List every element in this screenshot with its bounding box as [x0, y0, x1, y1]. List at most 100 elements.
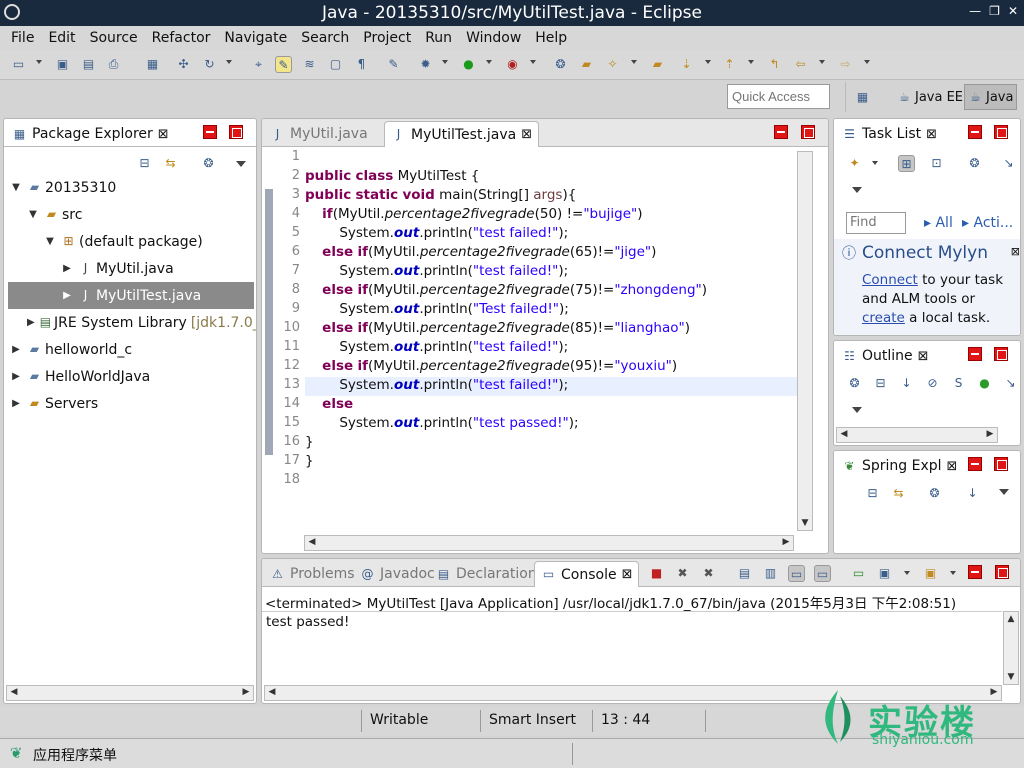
show-whitespace-icon[interactable]: ¶ [353, 56, 370, 73]
maximize-view-icon[interactable] [994, 347, 1008, 361]
tree-item[interactable]: ▶ ▤JRE System Library[jdk1.7.0_67] [8, 309, 256, 336]
debug-icon[interactable]: ✹ [417, 56, 434, 73]
focus-on-task-icon[interactable]: ❂ [200, 155, 217, 172]
forward-dropdown-icon[interactable] [864, 60, 870, 64]
view-menu-icon[interactable] [236, 161, 246, 167]
tree-item[interactable]: ▼ ⊞ (default package) [8, 228, 254, 255]
display-console-dropdown-icon[interactable] [904, 571, 910, 575]
close-icon[interactable]: ⊠ [521, 127, 532, 142]
collapsed-twisty-icon[interactable]: ▶ [10, 371, 22, 382]
save-icon[interactable]: ▣ [54, 56, 71, 73]
minimize-view-icon[interactable] [968, 125, 982, 139]
collapse-all-icon[interactable]: ⊟ [864, 485, 881, 502]
last-edit-icon[interactable]: ↰ [766, 56, 783, 73]
tree-item[interactable]: ▶ ▰ HelloWorldJava [8, 363, 254, 390]
mylyn-close-icon[interactable]: ⊠ [1011, 245, 1020, 258]
remove-all-icon[interactable]: ✖ [700, 565, 717, 582]
hide-static-icon[interactable]: S [950, 375, 967, 392]
toggle-breadcrumb-icon[interactable]: ≋ [301, 56, 318, 73]
open-perspective-icon[interactable]: ▦ [854, 89, 871, 106]
tree-item[interactable]: ▶ J MyUtilTest.java [8, 282, 254, 309]
collapsed-twisty-icon[interactable]: ▶ [61, 290, 73, 301]
quick-access-input[interactable] [727, 84, 830, 109]
close-icon[interactable]: ⊠ [926, 127, 937, 142]
open-console-dropdown-icon[interactable] [950, 571, 956, 575]
scroll-down-icon[interactable]: ▼ [798, 518, 812, 528]
run-icon[interactable]: ● [460, 56, 477, 73]
tab-declaration[interactable]: ▤ Declaration [430, 561, 543, 587]
maximize-view-icon[interactable] [801, 125, 815, 139]
connect-link[interactable]: Connect [862, 272, 918, 288]
debug-dropdown-icon[interactable] [442, 60, 448, 64]
view-menu-icon[interactable] [999, 489, 1009, 495]
tab-spring-explorer[interactable]: ❦ Spring Expl ⊠ [836, 453, 963, 479]
open-type-icon[interactable]: ⌖ [250, 56, 267, 73]
close-icon[interactable]: ⊠ [158, 127, 169, 142]
sort-icon[interactable]: ↓ [964, 485, 981, 502]
minimize-window-icon[interactable]: — [969, 4, 981, 18]
next-annotation-icon[interactable]: ⇣ [678, 56, 695, 73]
scroll-right-icon[interactable]: ▶ [987, 687, 1001, 697]
link-with-editor-icon[interactable]: ⇆ [162, 155, 179, 172]
minimize-view-icon[interactable] [968, 565, 982, 579]
expanded-twisty-icon[interactable]: ▼ [27, 209, 39, 220]
scroll-down-icon[interactable]: ▼ [1004, 672, 1018, 682]
refresh-icon[interactable]: ↻ [201, 56, 218, 73]
focus-icon[interactable]: ❂ [926, 485, 943, 502]
close-window-icon[interactable]: ✕ [1008, 4, 1018, 18]
menu-window[interactable]: Window [459, 30, 528, 46]
restore-window-icon[interactable]: ❐ [989, 4, 1000, 18]
perspective-java[interactable]: ☕ Java [964, 84, 1018, 110]
tree-item[interactable]: ▼ ▰ src [8, 201, 254, 228]
scroll-up-icon[interactable]: ▲ [1004, 614, 1018, 624]
expanded-twisty-icon[interactable]: ▼ [10, 182, 22, 193]
tree-item[interactable]: ▶ ▰ helloworld_c [8, 336, 254, 363]
menu-project[interactable]: Project [356, 30, 418, 46]
close-icon[interactable]: ⊠ [622, 567, 633, 582]
scroll-right-icon[interactable]: ▶ [779, 537, 793, 547]
tab-package-explorer[interactable]: ▦ Package Explorer ⊠ [6, 121, 175, 147]
collapsed-twisty-icon[interactable]: ▶ [27, 317, 35, 328]
app-menu-icon[interactable]: ❦ [10, 744, 23, 762]
next-annotation-dropdown-icon[interactable] [705, 60, 711, 64]
menu-run[interactable]: Run [418, 30, 459, 46]
collapsed-twisty-icon[interactable]: ▶ [61, 263, 73, 274]
clear-console-icon[interactable]: ▤ [736, 565, 753, 582]
scroll-lock-icon[interactable]: ▥ [762, 565, 779, 582]
run-dropdown-icon[interactable] [486, 60, 492, 64]
remove-launch-icon[interactable]: ✖ [674, 565, 691, 582]
hide-local-types-icon[interactable]: ↘ [1002, 375, 1019, 392]
tree-item[interactable]: ▼ ▰ 20135310 [8, 174, 254, 201]
tab-task-list[interactable]: ☰ Task List ⊠ [836, 121, 943, 147]
scroll-left-icon[interactable]: ◀ [7, 687, 21, 697]
app-menu-label[interactable]: 应用程序菜单 [33, 745, 117, 765]
scroll-left-icon[interactable]: ◀ [265, 687, 279, 697]
open-folder-icon[interactable]: ▰ [578, 56, 595, 73]
filter-all-link[interactable]: ▸ All [924, 215, 953, 231]
maximize-view-icon[interactable] [994, 125, 1008, 139]
menu-navigate[interactable]: Navigate [217, 30, 294, 46]
new-icon[interactable]: ▭ [10, 56, 27, 73]
print-icon[interactable]: ⎙ [105, 56, 122, 73]
filter-activate-link[interactable]: ▸ Acti... [962, 215, 1013, 231]
tree-item[interactable]: ▶ ▰ Servers [8, 390, 254, 417]
terminate-icon[interactable]: ■ [648, 565, 665, 582]
hide-nonpublic-icon[interactable]: ● [976, 375, 993, 392]
binary-icon[interactable]: ▦ [144, 56, 161, 73]
menu-edit[interactable]: Edit [41, 30, 82, 46]
tab-myutiltest-java[interactable]: J MyUtilTest.java ⊠ [384, 121, 540, 147]
menu-refactor[interactable]: Refactor [145, 30, 218, 46]
editor-hscroll[interactable]: ◀ ▶ [304, 535, 794, 551]
pin-console-icon[interactable]: ▭ [850, 565, 867, 582]
new-dropdown-icon[interactable] [36, 60, 42, 64]
previous-annotation-dropdown-icon[interactable] [748, 60, 754, 64]
back-icon[interactable]: ⇦ [792, 56, 809, 73]
pin-icon[interactable]: ✎ [385, 56, 402, 73]
save-all-icon[interactable]: ▤ [80, 56, 97, 73]
sort-icon[interactable]: ↓ [898, 375, 915, 392]
collapse-all-icon[interactable]: ⊟ [136, 155, 153, 172]
tab-problems[interactable]: ⚠ Problems [264, 561, 361, 587]
outline-hscroll[interactable]: ◀ ▶ [836, 427, 998, 443]
tab-outline[interactable]: ☷ Outline ⊠ [836, 343, 935, 369]
show-on-stdout-icon[interactable]: ▭ [788, 565, 805, 582]
